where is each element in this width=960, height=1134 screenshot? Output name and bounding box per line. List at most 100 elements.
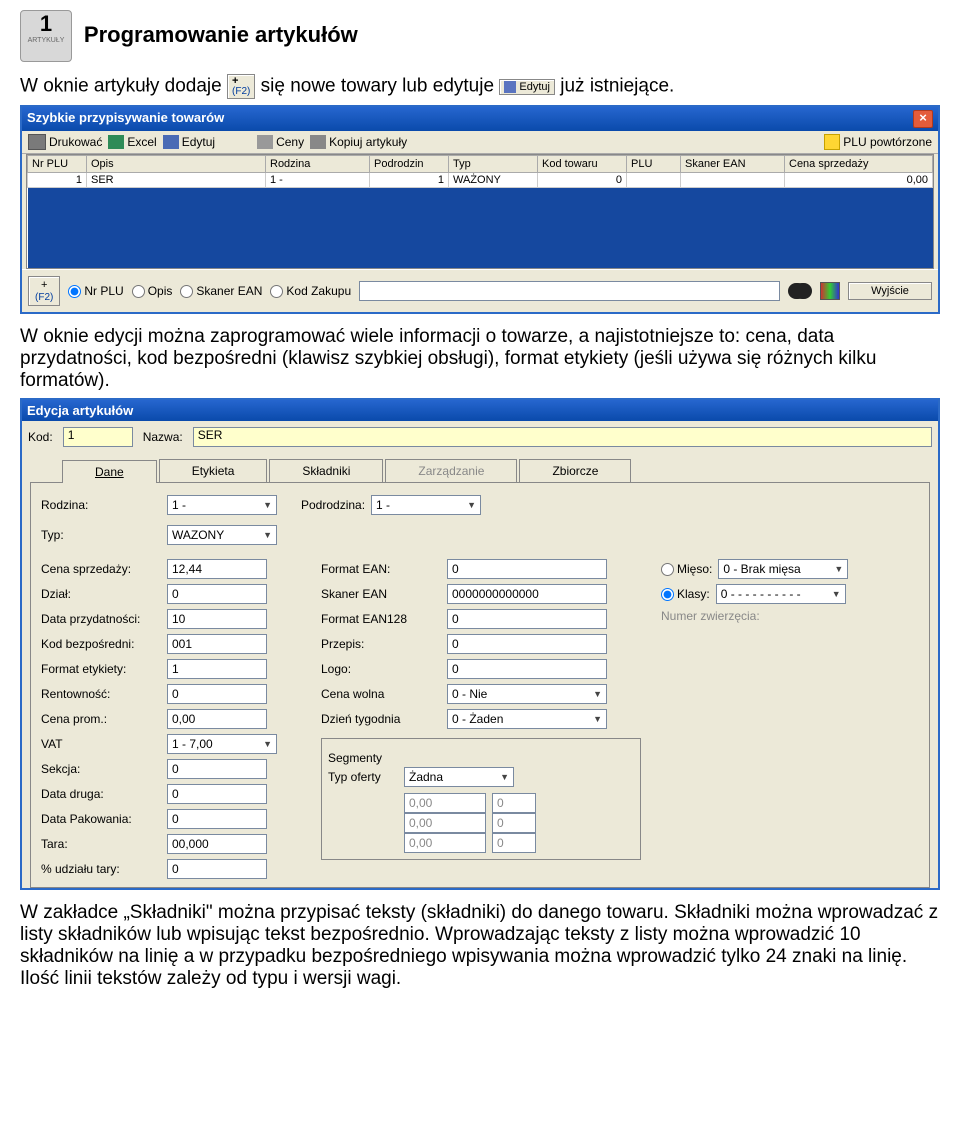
col-header[interactable]: Nr PLU	[28, 156, 87, 173]
kodb-label: Kod bezpośredni:	[41, 637, 161, 651]
seg-b3[interactable]: 0	[492, 833, 536, 853]
add-f2-button[interactable]: + (F2)	[28, 276, 60, 306]
nazwa-field[interactable]: SER	[193, 427, 932, 447]
kodb-field[interactable]: 001	[167, 634, 267, 654]
filter-bar: + (F2) Nr PLU Opis Skaner EAN Kod Zakupu…	[22, 269, 938, 312]
col-header[interactable]: Cena sprzedaży	[785, 156, 933, 173]
mieso-radio[interactable]: Mięso:	[661, 562, 712, 576]
col-header[interactable]: Typ	[449, 156, 538, 173]
cell-plu2[interactable]	[627, 173, 681, 188]
toolbar: Drukować Excel Edytuj Ceny Kopiuj artyku…	[22, 131, 938, 154]
tab-skladniki[interactable]: Składniki	[269, 459, 383, 482]
cw-select[interactable]: 0 - Nie▼	[447, 684, 607, 704]
cell-cena[interactable]: 0,00	[785, 173, 933, 188]
tab-zbiorcze[interactable]: Zbiorcze	[519, 459, 631, 482]
cell-opis[interactable]: SER	[87, 173, 266, 188]
col-header[interactable]: Rodzina	[266, 156, 370, 173]
key-icon	[257, 135, 273, 149]
prz-field[interactable]: 0	[447, 634, 607, 654]
prom-field[interactable]: 0,00	[167, 709, 267, 729]
mieso-select[interactable]: 0 - Brak mięsa▼	[718, 559, 848, 579]
col-header[interactable]: PLU	[627, 156, 681, 173]
plu-repeated-indicator: PLU powtórzone	[824, 134, 932, 150]
seg-b1[interactable]: 0	[492, 793, 536, 813]
dt-select[interactable]: 0 - Żaden▼	[447, 709, 607, 729]
rodzina-select[interactable]: 1 -▼	[167, 495, 277, 515]
tara-field[interactable]: 00,000	[167, 834, 267, 854]
tab-etykieta[interactable]: Etykieta	[159, 459, 268, 482]
logo-field[interactable]: 0	[447, 659, 607, 679]
chevron-down-icon: ▼	[832, 589, 841, 599]
color-icon[interactable]	[820, 282, 840, 300]
col-header[interactable]: Podrodzin	[370, 156, 449, 173]
table-row[interactable]: 1 SER 1 - 1 WAŻONY 0 0,00	[28, 173, 933, 188]
klasy-radio[interactable]: Klasy:	[661, 587, 710, 601]
search-icon[interactable]	[788, 283, 806, 299]
exit-button[interactable]: Wyjście	[848, 282, 932, 300]
edit-icon	[504, 81, 516, 93]
paragraph-2: W oknie edycji można zaprogramować wiele…	[20, 326, 940, 392]
prices-button[interactable]: Ceny	[257, 135, 304, 149]
cell-ean[interactable]	[681, 173, 785, 188]
cell-rodzina[interactable]: 1 -	[266, 173, 370, 188]
fean-field[interactable]: 0	[447, 559, 607, 579]
nazwa-label: Nazwa:	[143, 430, 183, 444]
fmt-field[interactable]: 1	[167, 659, 267, 679]
vat-select[interactable]: 1 - 7,00▼	[167, 734, 277, 754]
seg-a3[interactable]: 0,00	[404, 833, 486, 853]
rent-field[interactable]: 0	[167, 684, 267, 704]
klasy-select[interactable]: 0 - - - - - - - - - -▼	[716, 584, 846, 604]
icon-number: 1	[21, 11, 71, 37]
copy-articles-button[interactable]: Kopiuj artykuły	[310, 135, 407, 149]
cell-plu[interactable]: 1	[28, 173, 87, 188]
dzial-field[interactable]: 0	[167, 584, 267, 604]
edit-label: Edytuj	[519, 80, 550, 92]
tab-dane[interactable]: Dane	[62, 460, 157, 483]
search-input[interactable]	[359, 281, 780, 301]
seg-a2[interactable]: 0,00	[404, 813, 486, 833]
sek-field[interactable]: 0	[167, 759, 267, 779]
datad-field[interactable]: 0	[167, 784, 267, 804]
datad-label: Data druga:	[41, 787, 161, 801]
filter-skanerean[interactable]: Skaner EAN	[180, 284, 262, 298]
kod-field[interactable]: 1	[63, 427, 133, 447]
cell-kod[interactable]: 0	[538, 173, 627, 188]
cena-field[interactable]: 12,44	[167, 559, 267, 579]
filter-nrplu[interactable]: Nr PLU	[68, 284, 123, 298]
dataprz-field[interactable]: 10	[167, 609, 267, 629]
tara-label: Tara:	[41, 837, 161, 851]
podrodzina-select[interactable]: 1 -▼	[371, 495, 481, 515]
close-icon[interactable]: ×	[913, 110, 933, 128]
excel-button[interactable]: Excel	[108, 135, 156, 149]
edit-button-inline[interactable]: Edytuj	[499, 79, 555, 95]
fean-label: Format EAN:	[321, 562, 441, 576]
articles-grid[interactable]: Nr PLU Opis Rodzina Podrodzin Typ Kod to…	[26, 154, 934, 269]
col-header[interactable]: Kod towaru	[538, 156, 627, 173]
para1-a: W oknie artykuły dodaje	[20, 76, 222, 97]
edit-button[interactable]: Edytuj	[163, 135, 215, 149]
datap-field[interactable]: 0	[167, 809, 267, 829]
sean-field[interactable]: 0000000000000	[447, 584, 607, 604]
chevron-down-icon: ▼	[593, 714, 602, 724]
f2-hint: (F2)	[232, 87, 250, 97]
typ-select[interactable]: WAZONY▼	[167, 525, 277, 545]
filter-kodzakupu[interactable]: Kod Zakupu	[270, 284, 351, 298]
col-header[interactable]: Skaner EAN	[681, 156, 785, 173]
dataprz-label: Data przydatności:	[41, 612, 161, 626]
segmenty-group: Segmenty Typ ofertyŻadna▼ 0,000 0,000 0,…	[321, 738, 641, 860]
add-button-inline[interactable]: + (F2)	[227, 74, 255, 99]
seg-b2[interactable]: 0	[492, 813, 536, 833]
col-header[interactable]: Opis	[87, 156, 266, 173]
udz-field[interactable]: 0	[167, 859, 267, 879]
cell-podrodzin[interactable]: 1	[370, 173, 449, 188]
cell-typ[interactable]: WAŻONY	[449, 173, 538, 188]
tab-body: Rodzina: 1 -▼ Podrodzina: 1 -▼ Typ: WAZO…	[30, 482, 930, 888]
f128-label: Format EAN128	[321, 612, 441, 626]
para1-c: już istniejące.	[560, 76, 674, 97]
seg-a1[interactable]: 0,00	[404, 793, 486, 813]
to-select[interactable]: Żadna▼	[404, 767, 514, 787]
filter-opis[interactable]: Opis	[132, 284, 173, 298]
print-button[interactable]: Drukować	[28, 134, 102, 150]
icon-label: ARTYKUŁY	[21, 37, 71, 44]
f128-field[interactable]: 0	[447, 609, 607, 629]
